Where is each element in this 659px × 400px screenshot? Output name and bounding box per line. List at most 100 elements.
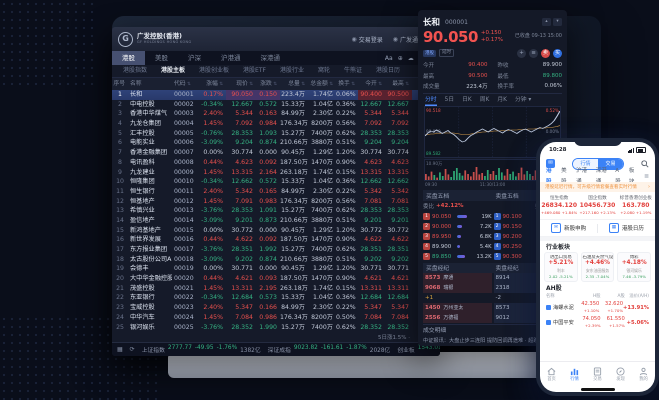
- action-新股申购[interactable]: ✉新股申购: [540, 223, 597, 233]
- tab-港股[interactable]: 港股: [112, 51, 145, 65]
- add-icon[interactable]: ⊕: [398, 55, 403, 62]
- trade-login-button[interactable]: ◉ 交易登录: [351, 35, 382, 44]
- chart-tab-月K[interactable]: 月K: [497, 95, 507, 106]
- column-header-名称[interactable]: 名称: [128, 78, 172, 90]
- subtab-港股创业板[interactable]: 港股创业板: [192, 65, 236, 77]
- table-row[interactable]: 21茂盛控股000211.45%13.3112.195263.18万1.74亿0…: [112, 284, 440, 294]
- cell: 0.62%: [336, 206, 358, 216]
- table-row[interactable]: 9九龙建业000091.45%13.3152.164263.18万1.74亿0.…: [112, 168, 440, 178]
- ah-row-中国平安[interactable]: 中国平安74.050+2.39%61.550+1.57%+5.06%: [540, 315, 655, 330]
- delayed-quote-notice[interactable]: 港股延迟行情，可升级行情套餐查看实时行情 ›: [540, 182, 655, 192]
- table-row[interactable]: 2中电控股00002-0.34%12.6670.57215.33万1.04亿0.…: [112, 100, 440, 110]
- column-header-最高[interactable]: 最高 ⇅: [385, 78, 412, 90]
- chart-tab-分钟 ▾[interactable]: 分钟 ▾: [515, 95, 531, 106]
- table-row[interactable]: 3香港中华煤气000032.40%5.3440.16384.99万2.30亿0.…: [112, 109, 440, 119]
- index-chg: -161.61: [321, 345, 343, 354]
- search-icon[interactable]: [641, 160, 649, 168]
- subtab-港股指数[interactable]: 港股指数: [116, 65, 154, 77]
- collapse-down-icon[interactable]: ▾: [553, 18, 562, 26]
- table-row[interactable]: 22东亚银行00022-0.34%12.6840.57315.33万1.04亿0…: [112, 293, 440, 303]
- table-row[interactable]: 7香港金融集团000070.00%30.7740.00090.45万1.29亿1…: [112, 148, 440, 158]
- tab-menu-icon[interactable]: ≣: [644, 173, 649, 180]
- cell: 4: [112, 119, 128, 129]
- cell: 223.4万: [280, 90, 308, 100]
- table-row[interactable]: 15新鸿基地产000150.00%30.7720.00090.45万1.29亿1…: [112, 226, 440, 236]
- table-row[interactable]: 4九龙仓集团000041.45%7.0920.984176.34万8200万0.…: [112, 119, 440, 129]
- sell-button[interactable]: 卖: [541, 49, 550, 58]
- chart-tab-5日[interactable]: 5日: [445, 95, 455, 106]
- collapse-up-icon[interactable]: ▴: [542, 18, 551, 26]
- table-row[interactable]: 24中华汽车000241.45%7.0840.986176.34万8200万0.…: [112, 313, 440, 323]
- subtab-港股日历[interactable]: 港股日历: [369, 65, 407, 77]
- index-card-恒生指数[interactable]: 恒生指数26834.120+469.080 +1.84%: [540, 196, 578, 216]
- action-港股日历[interactable]: ▦港股日历: [598, 223, 655, 233]
- table-row[interactable]: 17东方报业集团00017-3.76%28.3511.99215.27万7400…: [112, 245, 440, 255]
- column-header-总金额[interactable]: 总金额 ⇅: [308, 78, 336, 90]
- table-row[interactable]: 18太古股份公司A00018-3.09%9.2020.874210.66万388…: [112, 255, 440, 265]
- column-header-今开[interactable]: 今开 ⇅: [358, 78, 385, 90]
- column-header-涨跌[interactable]: 涨跌 ⇅: [256, 78, 280, 90]
- nav-item-首页[interactable]: 首页: [540, 367, 563, 382]
- subtab-牛熊证[interactable]: 牛熊证: [337, 65, 369, 77]
- index-change: +469.080 +1.84%: [541, 210, 577, 216]
- cell: 11: [112, 187, 128, 197]
- table-row[interactable]: 13希慎兴业00013-3.76%28.3531.09115.27万7400万0…: [112, 206, 440, 216]
- table-row[interactable]: 14盈信地产00014-3.09%9.2010.873210.66万3880万0…: [112, 216, 440, 226]
- column-header-代码[interactable]: 代码 ⇅: [172, 78, 198, 90]
- nav-item-发现[interactable]: 发现: [609, 367, 632, 382]
- table-row[interactable]: 6电能实业00006-3.09%9.2040.874210.66万3880万0.…: [112, 138, 440, 148]
- chart-tab-周K[interactable]: 周K: [480, 95, 490, 106]
- table-row[interactable]: 20大中华金融控股000200.44%4.6210.093187.50万1470…: [112, 274, 440, 284]
- tab-深港通[interactable]: 深港通: [251, 51, 291, 65]
- nav-item-交易[interactable]: 交易: [586, 367, 609, 382]
- phone-market-tabs: 港股美股沪港通深港通A股板块≣: [540, 171, 655, 182]
- refresh-icon[interactable]: ⟳: [130, 346, 135, 353]
- table-row[interactable]: 10恒隆集团00010-0.34%12.6620.57215.33万1.04亿0…: [112, 177, 440, 187]
- ah-row-海螺水泥[interactable]: 海螺水泥42.350+1.10%32.620+1.70%+13.91%: [540, 300, 655, 315]
- sector-card-进出口贸易[interactable]: 进出口贸易+5.21%利丰2.02 -5.21%: [544, 252, 578, 282]
- tab-沪港通[interactable]: 沪港通: [211, 51, 251, 65]
- add-watchlist-icon[interactable]: +: [517, 49, 526, 58]
- level-bar: [457, 225, 473, 228]
- table-row[interactable]: 11恒生银行000112.40%5.3420.16584.99万2.30亿0.2…: [112, 187, 440, 197]
- nav-item-我的[interactable]: 我的: [632, 367, 655, 382]
- column-header-总量[interactable]: 总量 ⇅: [280, 78, 308, 90]
- subtab-港股ETF[interactable]: 港股ETF: [236, 65, 273, 77]
- tab-美股[interactable]: 美股: [145, 51, 178, 65]
- column-header-现价[interactable]: 现价 ⇅: [226, 78, 256, 90]
- index-card-国企指数[interactable]: 国企指数10456.730+217.160 +2.13%: [578, 196, 616, 216]
- font-size-icon[interactable]: Aa: [385, 55, 393, 62]
- cell: 0.17%: [198, 90, 226, 100]
- index-card-标普香港创业板[interactable]: 标普香港创业板163.780+2.080 +1.19%: [617, 196, 655, 216]
- column-header-换手[interactable]: 换手 ⇅: [336, 78, 358, 90]
- column-header-涨幅[interactable]: 涨幅 ⇅: [198, 78, 226, 90]
- panel-icon[interactable]: ▦: [117, 346, 123, 353]
- more-options-icon[interactable]: ≡: [529, 49, 538, 58]
- buy-button[interactable]: 买: [553, 49, 562, 58]
- subtab-港股行业[interactable]: 港股行业: [273, 65, 311, 77]
- tab-沪深[interactable]: 沪深: [178, 51, 211, 65]
- table-row[interactable]: 25银河娱乐00025-3.76%28.3521.99015.27万7400万0…: [112, 323, 440, 333]
- cloud-icon[interactable]: ☁: [408, 55, 414, 62]
- subtab-窝轮[interactable]: 窝轮: [311, 65, 337, 77]
- cell: 90.45万: [280, 264, 308, 274]
- column-header-序号[interactable]: 序号: [112, 78, 128, 90]
- status-index-创业板: 创业板1543.01-29.97-1.88%795.3亿: [397, 345, 440, 354]
- sector-card-博彩[interactable]: 博彩+4.18%银河娱乐7.46 -3.79%: [617, 252, 651, 282]
- chart-tab-分时[interactable]: 分时: [425, 95, 437, 106]
- table-row[interactable]: 1长和000010.17%90.0500.150223.4万1.74亿0.06%…: [112, 90, 440, 100]
- table-row[interactable]: 19会德丰000190.00%30.7710.00090.45万1.29亿1.2…: [112, 264, 440, 274]
- table-row[interactable]: 12恒基地产000121.45%7.0910.983176.34万8200万0.…: [112, 197, 440, 207]
- table-row[interactable]: 5汇丰控股00005-0.76%28.3531.09315.27万7400万0.…: [112, 129, 440, 139]
- sector-card-石油及天然气设备[interactable]: 石油及天然气设备+4.46%安东油田服务2.35 -7.04%: [581, 252, 615, 282]
- table-row[interactable]: 8电讯盈科000080.44%4.6230.092187.50万1470万0.9…: [112, 158, 440, 168]
- cell: 00010: [172, 177, 198, 187]
- chart-tab-日K[interactable]: 日K: [462, 95, 472, 106]
- nav-item-行情[interactable]: 行情: [563, 367, 586, 382]
- news-ticker-fragment: 5日涨1.5% ·: [112, 332, 440, 342]
- subtab-港股主板[interactable]: 港股主板: [154, 65, 192, 77]
- table-row[interactable]: 16新世界发展000160.44%4.6220.092187.50万1470万0…: [112, 235, 440, 245]
- info-最高: 最高90.500: [423, 71, 488, 82]
- table-row[interactable]: 23宝威控股000232.40%5.3470.16684.99万2.30亿0.2…: [112, 303, 440, 313]
- cell: 1.45%: [198, 197, 226, 207]
